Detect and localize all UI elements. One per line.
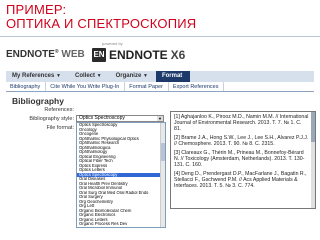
bibliography-style-select[interactable]: Optics Spectroscopy ▼	[76, 115, 164, 122]
endnote-web-logo[interactable]: ENDNOTE® WEB	[6, 49, 85, 60]
page-title: Bibliography	[12, 96, 64, 106]
chevron-down-icon: ▼	[56, 73, 61, 79]
nav-format[interactable]: Format	[155, 71, 191, 82]
tab-export-references[interactable]: Export References	[169, 82, 225, 91]
logo-bar: ENDNOTE® WEB powered by EN ENDNOTE X6	[6, 41, 316, 69]
tab-bibliography[interactable]: Bibliography	[6, 82, 47, 91]
endnote-web-text: ENDNOTE	[6, 49, 55, 60]
endnote-x6-box-icon: EN	[92, 48, 106, 62]
file-format-label: File format:	[46, 125, 74, 131]
slide-title: ПРИМЕР: ОПТИКА И СПЕКТРОСКОПИЯ	[6, 3, 196, 31]
dropdown-option[interactable]: Organometallics	[77, 227, 165, 228]
reference-item: [3] Clareaux G., Thérin M., Prineau M., …	[174, 150, 305, 168]
style-dropdown-list[interactable]: Optics Spectroscopy Oncology Oncogene Ophth…	[76, 122, 166, 228]
endnote-x6-text: ENDNOTE	[109, 48, 168, 62]
sub-nav: Bibliography Cite While You Write Plug-I…	[6, 82, 314, 92]
reference-item: [2] Brame J.A., Hong S.W., Lee J., Lee S…	[174, 135, 309, 147]
slide-title-line2: ОПТИКА И СПЕКТРОСКОПИЯ	[6, 16, 197, 31]
slide-title-line1: ПРИМЕР:	[6, 2, 67, 17]
bibliography-style-label: Bibliography style:	[29, 116, 74, 122]
web-text: WEB	[61, 49, 85, 60]
reference-item: [4] Deng D., Prendergast D.P., MacFarlan…	[174, 171, 307, 189]
reference-item: [1] Aghajanloo K., Pirooz M.D., Namin M.…	[174, 114, 309, 132]
chevron-down-icon: ▼	[142, 73, 148, 79]
tab-cite-while-you-write[interactable]: Cite While You Write Plug-In	[46, 82, 126, 91]
scrollbar-thumb[interactable]	[161, 143, 165, 161]
preview-scrollbar[interactable]	[311, 112, 315, 208]
x6-version: X6	[170, 48, 186, 62]
selected-style-value: Optics Spectroscopy	[79, 115, 125, 121]
registered-mark: ®	[54, 49, 59, 55]
nav-organize[interactable]: Organize ▼	[110, 71, 156, 82]
title-divider	[0, 36, 320, 37]
dropdown-scrollbar[interactable]	[160, 123, 165, 227]
main-nav: My References ▼ Collect ▼ Organize ▼ For…	[6, 71, 314, 82]
references-label: References:	[44, 107, 74, 113]
nav-my-references[interactable]: My References ▼	[6, 71, 69, 82]
endnote-x6-logo[interactable]: EN ENDNOTE X6	[88, 46, 189, 64]
nav-collect[interactable]: Collect ▼	[69, 71, 110, 82]
chevron-down-icon[interactable]: ▼	[157, 116, 163, 121]
tab-format-paper[interactable]: Format Paper	[125, 82, 169, 91]
chevron-down-icon: ▼	[96, 73, 102, 79]
bibliography-preview: [1] Aghajanloo K., Pirooz M.D., Namin M.…	[170, 111, 316, 209]
scrollbar-thumb[interactable]	[311, 112, 315, 142]
